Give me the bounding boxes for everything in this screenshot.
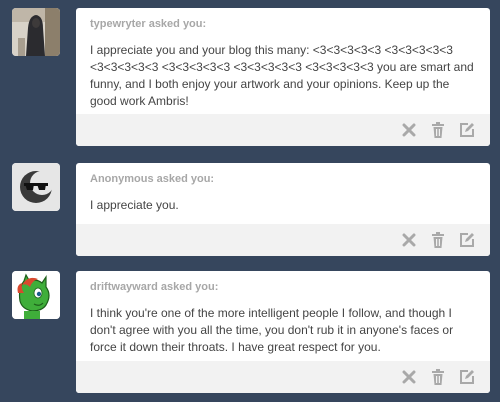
avatar[interactable]: [12, 8, 60, 56]
post-footer: [76, 114, 490, 146]
question-text: I appreciate you.: [90, 198, 179, 212]
trash-icon[interactable]: [429, 231, 447, 249]
asked-you-label: asked you:: [153, 173, 215, 185]
edit-icon[interactable]: [458, 368, 476, 386]
asked-you-label: asked you:: [145, 18, 207, 30]
asked-you-label: asked you:: [157, 281, 219, 293]
hooded-figure-photo: [12, 8, 60, 56]
anonymous-sunglasses-icon: [12, 163, 60, 211]
asker-line: typewryter asked you:: [90, 18, 490, 30]
post-actions: [400, 368, 476, 386]
asker-line: Anonymous asked you:: [90, 173, 490, 185]
question-text: I think you're one of the more intellige…: [90, 306, 454, 354]
post-actions: [400, 121, 476, 139]
delete-x-icon[interactable]: [400, 121, 418, 139]
avatar[interactable]: [12, 163, 60, 211]
avatar[interactable]: [12, 271, 60, 319]
ask-card: typewryter asked you: I appreciate you a…: [76, 8, 490, 146]
asker-name: Anonymous: [90, 173, 154, 185]
ask-feed: typewryter asked you: I appreciate you a…: [0, 0, 500, 402]
ask-card: Anonymous asked you: I appreciate you.: [76, 163, 490, 256]
green-pony-avatar: [12, 271, 60, 319]
delete-x-icon[interactable]: [400, 368, 418, 386]
edit-icon[interactable]: [458, 121, 476, 139]
post-footer: [76, 361, 490, 393]
delete-x-icon[interactable]: [400, 231, 418, 249]
asker-name[interactable]: typewryter: [90, 18, 146, 30]
asker-name[interactable]: driftwayward: [90, 281, 158, 293]
question-text: I appreciate you and your blog this many…: [90, 43, 474, 108]
ask-card: driftwayward asked you: I think you're o…: [76, 271, 490, 393]
edit-icon[interactable]: [458, 231, 476, 249]
trash-icon[interactable]: [429, 121, 447, 139]
post-footer: [76, 224, 490, 256]
trash-icon[interactable]: [429, 368, 447, 386]
post-actions: [400, 231, 476, 249]
asker-line: driftwayward asked you:: [90, 281, 490, 293]
